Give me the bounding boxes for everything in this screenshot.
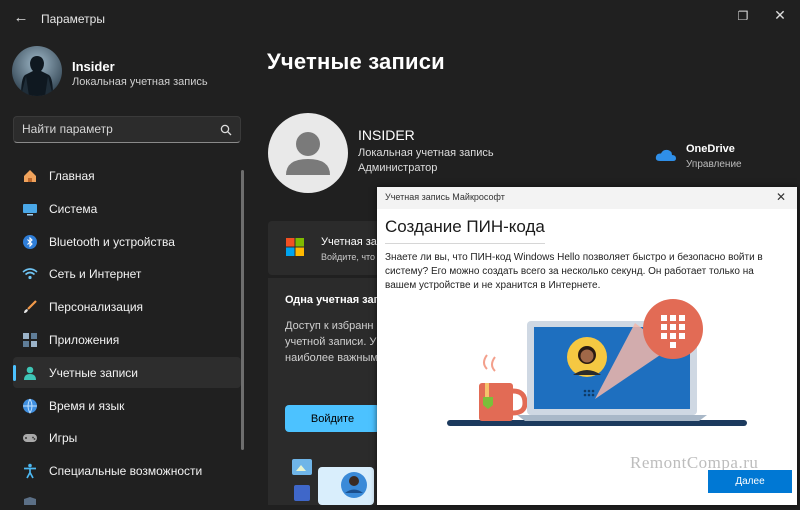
title-bar [0,0,800,36]
nav-scrollbar[interactable] [241,170,244,450]
nav-item-bluetooth[interactable]: Bluetooth и устройства [13,226,241,257]
nav-item-apps[interactable]: Приложения [13,324,241,355]
onedrive-title[interactable]: OneDrive [686,143,735,155]
one-account-text-line: наиболее важным [285,352,378,364]
nav-label: Главная [49,169,95,183]
nav-item-home[interactable]: Главная [13,160,241,191]
next-button[interactable]: Далее [708,470,792,493]
nav-item-system[interactable]: Система [13,193,241,224]
dialog-heading: Создание ПИН-кода [385,217,545,236]
nav-label: Bluetooth и устройства [49,235,175,249]
nav-item-accounts[interactable]: Учетные записи [13,357,241,388]
profile-account-type: Локальная учетная запись [72,76,208,88]
nav-label: Приложения [49,333,120,347]
account-avatar [268,113,348,193]
search-icon[interactable] [220,123,232,141]
apps-icon [22,332,38,348]
account-type: Локальная учетная запись [358,147,494,159]
account-role: Администратор [358,162,438,174]
active-indicator [13,365,16,381]
close-icon[interactable]: ✕ [770,5,790,25]
onedrive-manage-link[interactable]: Управление [686,159,742,170]
nav-item-network[interactable]: Сеть и Интернет [13,258,241,289]
microsoft-card-title: Учетная за [321,236,377,248]
dialog-close-icon[interactable]: ✕ [776,190,786,204]
brush-icon [22,299,38,315]
gamepad-icon [22,430,38,446]
nav-label: Сеть и Интернет [49,267,142,281]
profile-name: Insider [72,59,115,74]
wifi-icon [22,266,38,282]
nav-label: Учетные записи [49,366,138,380]
nav-item-personalization[interactable]: Персонализация [13,291,241,322]
bluetooth-icon [22,234,38,250]
microsoft-logo-icon [286,238,304,256]
nav-item-gaming[interactable]: Игры [13,422,241,453]
accessibility-icon [22,463,38,479]
nav-item-accessibility[interactable]: Специальные возможности [13,455,241,486]
nav-item-time-language[interactable]: Время и язык [13,390,241,421]
globe-icon [22,398,38,414]
avatar[interactable] [12,46,62,96]
search-box[interactable] [13,116,241,143]
dialog-divider [385,243,545,244]
home-icon [22,168,38,184]
create-pin-dialog: Учетная запись Майкрософт ✕ Создание ПИН… [377,187,797,505]
back-arrow-icon[interactable]: ← [10,8,32,28]
account-name: INSIDER [358,127,415,143]
sign-in-button[interactable]: Войдите [285,405,380,432]
search-input[interactable] [22,122,212,136]
nav-label: Время и язык [49,399,125,413]
account-illustration [290,455,378,505]
dialog-bar-title: Учетная запись Майкрософт [385,192,505,202]
windows-hello-pin-illustration [437,295,757,445]
nav-label: Игры [49,431,78,445]
restore-icon[interactable]: ❐ [733,6,753,26]
one-account-heading: Одна учетная запи [285,294,388,306]
nav-label: Система [49,202,98,216]
app-title: Параметры [41,12,105,26]
onedrive-icon[interactable] [655,148,677,167]
nav-label: Специальные возможности [49,464,203,478]
system-icon [22,201,38,217]
nav-item-partial[interactable] [13,488,241,505]
person-icon [22,365,38,381]
page-title: Учетные записи [267,49,445,74]
shield-icon [22,496,38,505]
one-account-text-line: учетной записи. У [285,336,377,348]
microsoft-card-subtitle: Войдите, что [321,252,376,262]
one-account-text-line: Доступ к избранн [285,320,374,332]
nav-label: Персонализация [49,300,144,314]
dialog-description: Знаете ли вы, что ПИН-код Windows Hello … [385,252,763,291]
